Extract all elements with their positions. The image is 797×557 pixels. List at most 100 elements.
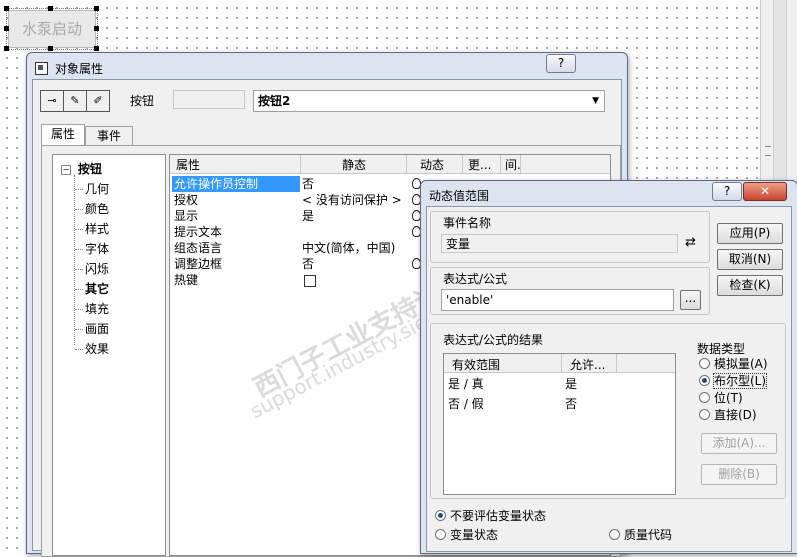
scrollbar-grip	[765, 146, 771, 156]
static-cell[interactable]: 否	[302, 176, 314, 192]
radio-quality-code[interactable]: 质量代码	[609, 526, 672, 543]
result-label: 表达式/公式的结果	[443, 333, 544, 347]
table-row[interactable]: 否 / 假 否	[444, 394, 675, 412]
tree-branch-line	[74, 175, 75, 345]
radio-icon	[699, 375, 710, 386]
static-cell[interactable]: < 没有访问保护 >	[302, 192, 402, 208]
radio-icon	[699, 392, 710, 403]
data-type-option-label: 位(T)	[714, 391, 743, 405]
radio-icon	[609, 529, 620, 540]
radio-icon	[699, 409, 710, 420]
close-button[interactable]: ✕	[743, 182, 787, 201]
property-cell: 显示	[174, 209, 199, 223]
tree-item[interactable]: 效果	[85, 339, 109, 359]
selection-handle[interactable]	[4, 6, 9, 11]
property-cell: 组态语言	[174, 241, 223, 255]
grid-header	[170, 155, 610, 174]
tree-root-label: 按钮	[77, 162, 102, 176]
tree-item[interactable]: 画面	[85, 319, 109, 339]
radio-label: 质量代码	[624, 528, 673, 542]
checkbox[interactable]	[304, 275, 316, 287]
col-header-indirect[interactable]: 间.	[505, 156, 521, 173]
help-button[interactable]: ?	[712, 182, 742, 201]
col-header-range[interactable]: 有效范围	[452, 356, 500, 373]
property-cell: 授权	[174, 193, 199, 207]
static-cell[interactable]: 中文(简体，中国)	[302, 240, 395, 256]
tree-connector	[75, 329, 83, 330]
expression-label: 表达式/公式	[443, 272, 508, 286]
tab-events[interactable]: 事件	[85, 126, 133, 146]
col-divider	[300, 155, 301, 173]
check-button[interactable]: 检查(K)	[717, 275, 783, 296]
col-header-dynamic[interactable]: 动态	[420, 156, 444, 173]
delete-button[interactable]: 删除(B)	[701, 464, 777, 485]
data-type-option[interactable]: 位(T)	[699, 390, 785, 407]
selection-handle[interactable]	[48, 6, 53, 11]
radio-no-evaluate[interactable]: 不要评估变量状态	[435, 507, 546, 524]
data-type-option[interactable]: 直接(D)	[699, 407, 785, 424]
tree-item[interactable]: 字体	[85, 239, 109, 259]
col-header-property[interactable]: 属性	[176, 156, 200, 173]
app-icon	[35, 62, 48, 75]
radio-label: 变量状态	[450, 528, 499, 542]
tree-connector	[75, 229, 83, 230]
object-name-select[interactable]: 按钮2 ▼	[253, 90, 605, 112]
selection-handle[interactable]	[94, 46, 99, 51]
tree-item[interactable]: 其它	[85, 279, 109, 299]
allow-cell: 是	[565, 377, 578, 391]
eyedropper-icon[interactable]: ✎	[63, 90, 87, 112]
radio-tag-status[interactable]: 变量状态	[435, 526, 498, 543]
tree-connector	[75, 269, 83, 270]
tab-properties[interactable]: 属性	[41, 124, 85, 146]
tree-root[interactable]: − 按钮	[61, 159, 102, 179]
col-header-static[interactable]: 静态	[342, 156, 366, 173]
static-cell[interactable]: 否	[302, 256, 314, 272]
data-type-options: 模拟量(A) 布尔型(L) 位(T) 直接(D)	[699, 356, 785, 424]
property-cell: 调整边框	[174, 257, 223, 271]
object-name: 按钮2	[258, 94, 291, 108]
data-type-option-label: 直接(D)	[714, 408, 757, 422]
expression-input[interactable]: 'enable'	[441, 289, 674, 311]
property-cell: 热键	[174, 273, 199, 287]
col-divider	[462, 155, 463, 173]
selection-handle[interactable]	[4, 46, 9, 51]
add-button[interactable]: 添加(A)...	[701, 433, 777, 454]
data-type-option-label: 模拟量(A)	[714, 357, 768, 371]
table-row[interactable]: 是 / 真 是	[444, 374, 675, 392]
canvas-pump-start-button[interactable]: 水泵启动	[6, 8, 98, 50]
property-tree: − 按钮 几何 颜色 样式 字体 闪烁 其它 填充 画面 效果	[52, 154, 166, 556]
col-divider	[500, 155, 501, 173]
paste-format-icon[interactable]: ✐	[86, 90, 110, 112]
result-list: 有效范围 允许... 是 / 真 是 否 / 假 否	[443, 353, 676, 495]
expression-browse-button[interactable]: ...	[680, 290, 701, 310]
cancel-button[interactable]: 取消(N)	[717, 249, 783, 270]
col-divider	[406, 155, 407, 173]
property-cell: 提示文本	[174, 225, 223, 239]
apply-button[interactable]: 应用(P)	[717, 223, 783, 244]
event-name-value: 变量	[446, 237, 471, 251]
tree-item[interactable]: 颜色	[85, 199, 109, 219]
selection-handle[interactable]	[4, 26, 9, 31]
tree-item[interactable]: 样式	[85, 219, 109, 239]
data-type-option-label: 布尔型(L)	[712, 373, 768, 389]
selection-handle[interactable]	[94, 26, 99, 31]
pin-icon[interactable]: ⊸	[40, 90, 64, 112]
static-cell[interactable]: 是	[302, 208, 314, 224]
dialog-client: 事件名称 变量 ⇄ 应用(P) 取消(N) 检查(K) 表达式/公式 'enab…	[426, 206, 792, 552]
col-header-update[interactable]: 更...	[468, 156, 491, 173]
data-type-option[interactable]: 模拟量(A)	[699, 356, 785, 373]
tree-connector	[75, 209, 83, 210]
chevron-down-icon: ▼	[592, 96, 599, 106]
tree-item[interactable]: 填充	[85, 299, 109, 319]
col-header-allow[interactable]: 允许...	[570, 356, 605, 373]
help-button[interactable]: ?	[546, 54, 576, 73]
tag-browse-icon[interactable]: ⇄	[685, 235, 696, 250]
dialog-title: 动态值范围	[429, 189, 490, 203]
selection-handle[interactable]	[48, 46, 53, 51]
radio-icon	[699, 358, 710, 369]
radio-icon	[435, 510, 446, 521]
data-type-option[interactable]: 布尔型(L)	[699, 373, 785, 390]
tree-item[interactable]: 几何	[85, 179, 109, 199]
selection-handle[interactable]	[94, 6, 99, 11]
tree-item[interactable]: 闪烁	[85, 259, 109, 279]
